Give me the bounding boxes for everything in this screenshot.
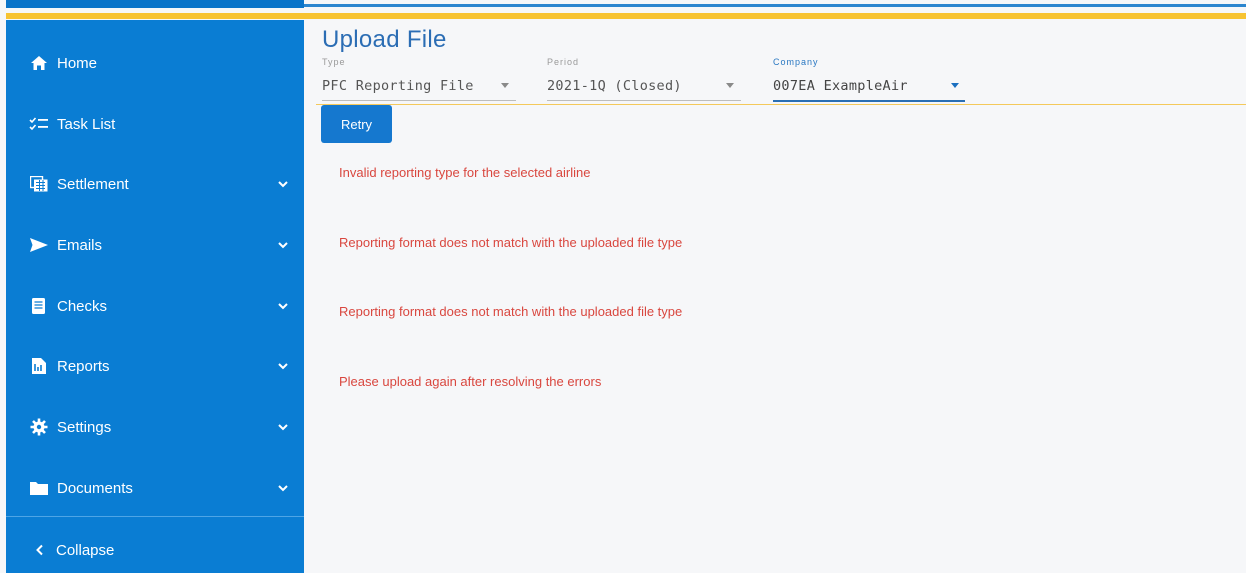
sidebar-item-label: Checks xyxy=(57,297,108,315)
company-underline xyxy=(773,100,965,102)
page-title: Upload File xyxy=(322,26,447,53)
company-label: Company xyxy=(773,57,819,67)
collapse-button[interactable]: Collapse xyxy=(6,528,304,572)
sidebar-item-label: Settlement xyxy=(57,175,129,193)
sidebar-item-label: Home xyxy=(57,54,98,72)
form-divider xyxy=(316,104,1246,105)
error-message: Invalid reporting type for the selected … xyxy=(339,165,591,180)
task-list-icon xyxy=(29,114,49,134)
company-value: 007EA ExampleAir xyxy=(773,78,908,94)
sidebar-item-label: Reports xyxy=(57,357,110,375)
caret-down-icon xyxy=(501,83,509,88)
type-underline xyxy=(322,100,516,101)
folder-icon xyxy=(29,478,49,498)
gear-icon xyxy=(29,417,49,437)
reports-icon xyxy=(29,356,49,376)
sidebar-item-label: Documents xyxy=(57,479,133,497)
error-message: Reporting format does not match with the… xyxy=(339,304,683,319)
checks-icon xyxy=(29,296,49,316)
chevron-down-icon xyxy=(278,303,288,310)
chevron-down-icon xyxy=(278,242,288,249)
sidebar-item-label: Settings xyxy=(57,418,112,436)
retry-button[interactable]: Retry xyxy=(321,105,392,143)
chevron-down-icon xyxy=(278,485,288,492)
chevron-left-icon xyxy=(36,544,43,556)
period-label: Period xyxy=(547,57,580,67)
error-message: Please upload again after resolving the … xyxy=(339,374,602,389)
sidebar-item-emails[interactable]: Emails xyxy=(6,220,304,270)
sidebar: Home Task List Settlement Emails Checks … xyxy=(6,20,304,573)
chevron-down-icon xyxy=(278,363,288,370)
period-value: 2021-1Q (Closed) xyxy=(547,78,682,94)
caret-down-icon xyxy=(726,83,734,88)
sidebar-divider xyxy=(6,516,304,517)
sidebar-item-checks[interactable]: Checks xyxy=(6,281,304,331)
type-label: Type xyxy=(322,57,346,67)
sidebar-item-home[interactable]: Home xyxy=(6,38,304,88)
sidebar-item-reports[interactable]: Reports xyxy=(6,341,304,391)
settlement-icon xyxy=(29,174,49,194)
type-value: PFC Reporting File xyxy=(322,78,474,94)
sidebar-item-settings[interactable]: Settings xyxy=(6,402,304,452)
error-message: Reporting format does not match with the… xyxy=(339,235,683,250)
accent-line xyxy=(6,13,1246,19)
home-icon xyxy=(29,53,49,73)
top-bar xyxy=(6,0,304,8)
caret-down-icon xyxy=(951,83,959,88)
period-underline xyxy=(547,100,741,101)
header-line xyxy=(304,4,1246,7)
sidebar-item-label: Task List xyxy=(57,115,116,133)
sidebar-item-documents[interactable]: Documents xyxy=(6,463,304,513)
sidebar-item-task-list[interactable]: Task List xyxy=(6,99,304,149)
chevron-down-icon xyxy=(278,181,288,188)
sidebar-item-label: Emails xyxy=(57,236,103,254)
collapse-label: Collapse xyxy=(56,541,115,559)
sidebar-item-settlement[interactable]: Settlement xyxy=(6,159,304,209)
send-icon xyxy=(29,235,49,255)
chevron-down-icon xyxy=(278,424,288,431)
